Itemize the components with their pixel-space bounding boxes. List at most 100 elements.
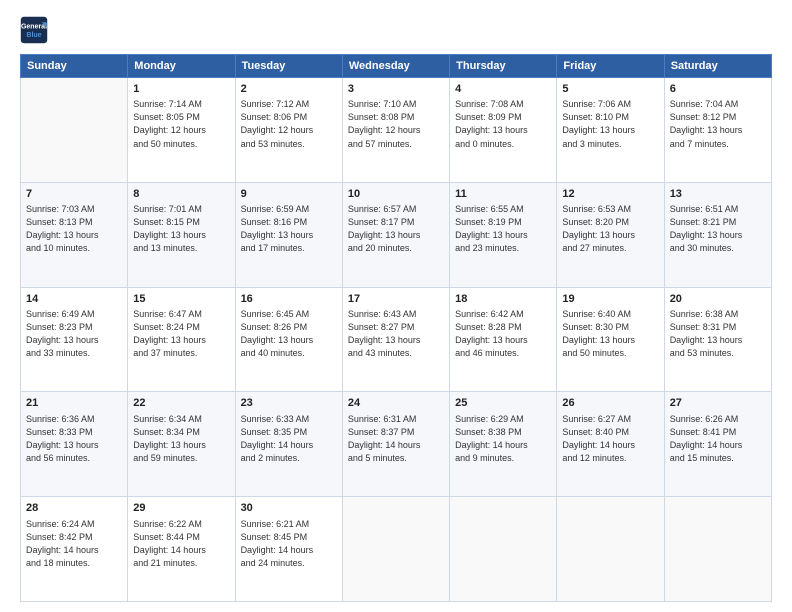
day-number: 20 (670, 292, 766, 307)
cell-content: Sunrise: 7:06 AMSunset: 8:10 PMDaylight:… (562, 98, 658, 150)
day-number: 14 (26, 292, 122, 307)
calendar-page: General Blue SundayMondayTuesdayWednesda… (0, 0, 792, 612)
day-number: 11 (455, 187, 551, 202)
day-number: 26 (562, 396, 658, 411)
calendar-cell: 20Sunrise: 6:38 AMSunset: 8:31 PMDayligh… (664, 287, 771, 392)
calendar-cell: 25 Sunrise: 6:29 AMSunset: 8:38 PMDayligh… (450, 392, 557, 497)
weekday-header-monday: Monday (128, 55, 235, 78)
day-number: 12 (562, 187, 658, 202)
header: General Blue (20, 16, 772, 44)
day-number: 7 (26, 187, 122, 202)
cell-content: Sunrise: 6:53 AMSunset: 8:20 PMDaylight:… (562, 203, 658, 255)
cell-content: Sunrise: 6:33 AMSunset: 8:35 PMDaylight:… (241, 413, 337, 465)
cell-content: Sunrise: 6:22 AMSunset: 8:44 PMDaylight:… (133, 518, 229, 570)
cell-content: Sunrise: 6:31 AMSunset: 8:37 PMDaylight:… (348, 413, 444, 465)
day-number: 13 (670, 187, 766, 202)
day-number: 2 (241, 82, 337, 97)
day-number: 6 (670, 82, 766, 97)
cell-content: Sunrise: 6:42 AMSunset: 8:28 PMDaylight:… (455, 308, 551, 360)
week-row-1: 1Sunrise: 7:14 AMSunset: 8:05 PMDaylight… (21, 78, 772, 183)
calendar-cell: 23 Sunrise: 6:33 AMSunset: 8:35 PMDayligh… (235, 392, 342, 497)
day-number: 23 (241, 396, 337, 411)
cell-content: Sunrise: 7:10 AMSunset: 8:08 PMDaylight:… (348, 98, 444, 150)
calendar-cell: 22 Sunrise: 6:34 AMSunset: 8:34 PMDayligh… (128, 392, 235, 497)
cell-content: Sunrise: 6:43 AMSunset: 8:27 PMDaylight:… (348, 308, 444, 360)
calendar-cell: 30 Sunrise: 6:21 AMSunset: 8:45 PMDayligh… (235, 497, 342, 602)
calendar-table: SundayMondayTuesdayWednesdayThursdayFrid… (20, 54, 772, 602)
calendar-cell: 27Sunrise: 6:26 AMSunset: 8:41 PMDayligh… (664, 392, 771, 497)
logo: General Blue (20, 16, 48, 44)
cell-content: Sunrise: 6:26 AMSunset: 8:41 PMDaylight:… (670, 413, 766, 465)
cell-content: Sunrise: 6:24 AMSunset: 8:42 PMDaylight:… (26, 518, 122, 570)
day-number: 19 (562, 292, 658, 307)
calendar-cell: 1Sunrise: 7:14 AMSunset: 8:05 PMDaylight… (128, 78, 235, 183)
cell-content: Sunrise: 6:59 AMSunset: 8:16 PMDaylight:… (241, 203, 337, 255)
weekday-header-saturday: Saturday (664, 55, 771, 78)
logo-icon: General Blue (20, 16, 48, 44)
cell-content: Sunrise: 6:47 AMSunset: 8:24 PMDaylight:… (133, 308, 229, 360)
calendar-cell: 18Sunrise: 6:42 AMSunset: 8:28 PMDayligh… (450, 287, 557, 392)
cell-content: Sunrise: 6:40 AMSunset: 8:30 PMDaylight:… (562, 308, 658, 360)
cell-content: Sunrise: 6:49 AMSunset: 8:23 PMDaylight:… (26, 308, 122, 360)
calendar-cell (664, 497, 771, 602)
calendar-cell: 24Sunrise: 6:31 AMSunset: 8:37 PMDayligh… (342, 392, 449, 497)
day-number: 8 (133, 187, 229, 202)
calendar-cell: 9Sunrise: 6:59 AMSunset: 8:16 PMDaylight… (235, 182, 342, 287)
cell-content: Sunrise: 7:08 AMSunset: 8:09 PMDaylight:… (455, 98, 551, 150)
day-number: 17 (348, 292, 444, 307)
calendar-cell: 7Sunrise: 7:03 AMSunset: 8:13 PMDaylight… (21, 182, 128, 287)
day-number: 21 (26, 396, 122, 411)
svg-text:General: General (21, 23, 47, 30)
calendar-cell (342, 497, 449, 602)
weekday-header-sunday: Sunday (21, 55, 128, 78)
week-row-2: 7Sunrise: 7:03 AMSunset: 8:13 PMDaylight… (21, 182, 772, 287)
calendar-cell: 13Sunrise: 6:51 AMSunset: 8:21 PMDayligh… (664, 182, 771, 287)
calendar-cell: 16Sunrise: 6:45 AMSunset: 8:26 PMDayligh… (235, 287, 342, 392)
day-number: 5 (562, 82, 658, 97)
day-number: 22 (133, 396, 229, 411)
day-number: 3 (348, 82, 444, 97)
calendar-cell: 14Sunrise: 6:49 AMSunset: 8:23 PMDayligh… (21, 287, 128, 392)
week-row-5: 28 Sunrise: 6:24 AMSunset: 8:42 PMDayligh… (21, 497, 772, 602)
day-number: 4 (455, 82, 551, 97)
calendar-cell: 3Sunrise: 7:10 AMSunset: 8:08 PMDaylight… (342, 78, 449, 183)
cell-content: Sunrise: 6:57 AMSunset: 8:17 PMDaylight:… (348, 203, 444, 255)
calendar-cell: 29 Sunrise: 6:22 AMSunset: 8:44 PMDayligh… (128, 497, 235, 602)
day-number: 16 (241, 292, 337, 307)
weekday-header-wednesday: Wednesday (342, 55, 449, 78)
weekday-header-row: SundayMondayTuesdayWednesdayThursdayFrid… (21, 55, 772, 78)
cell-content: Sunrise: 6:29 AMSunset: 8:38 PMDaylight:… (455, 413, 551, 465)
calendar-cell (557, 497, 664, 602)
calendar-cell (21, 78, 128, 183)
calendar-cell: 8Sunrise: 7:01 AMSunset: 8:15 PMDaylight… (128, 182, 235, 287)
day-number: 28 (26, 501, 122, 516)
cell-content: Sunrise: 7:14 AMSunset: 8:05 PMDaylight:… (133, 98, 229, 150)
weekday-header-friday: Friday (557, 55, 664, 78)
calendar-cell: 11Sunrise: 6:55 AMSunset: 8:19 PMDayligh… (450, 182, 557, 287)
week-row-4: 21Sunrise: 6:36 AMSunset: 8:33 PMDayligh… (21, 392, 772, 497)
calendar-cell: 17Sunrise: 6:43 AMSunset: 8:27 PMDayligh… (342, 287, 449, 392)
svg-text:Blue: Blue (26, 32, 41, 39)
calendar-cell: 4Sunrise: 7:08 AMSunset: 8:09 PMDaylight… (450, 78, 557, 183)
day-number: 1 (133, 82, 229, 97)
cell-content: Sunrise: 6:34 AMSunset: 8:34 PMDaylight:… (133, 413, 229, 465)
calendar-cell: 10Sunrise: 6:57 AMSunset: 8:17 PMDayligh… (342, 182, 449, 287)
calendar-cell: 2Sunrise: 7:12 AMSunset: 8:06 PMDaylight… (235, 78, 342, 183)
calendar-cell: 5Sunrise: 7:06 AMSunset: 8:10 PMDaylight… (557, 78, 664, 183)
day-number: 25 (455, 396, 551, 411)
calendar-cell: 12Sunrise: 6:53 AMSunset: 8:20 PMDayligh… (557, 182, 664, 287)
day-number: 29 (133, 501, 229, 516)
calendar-cell: 21Sunrise: 6:36 AMSunset: 8:33 PMDayligh… (21, 392, 128, 497)
cell-content: Sunrise: 6:38 AMSunset: 8:31 PMDaylight:… (670, 308, 766, 360)
cell-content: Sunrise: 7:12 AMSunset: 8:06 PMDaylight:… (241, 98, 337, 150)
calendar-cell: 19Sunrise: 6:40 AMSunset: 8:30 PMDayligh… (557, 287, 664, 392)
week-row-3: 14Sunrise: 6:49 AMSunset: 8:23 PMDayligh… (21, 287, 772, 392)
cell-content: Sunrise: 7:03 AMSunset: 8:13 PMDaylight:… (26, 203, 122, 255)
weekday-header-tuesday: Tuesday (235, 55, 342, 78)
cell-content: Sunrise: 6:55 AMSunset: 8:19 PMDaylight:… (455, 203, 551, 255)
day-number: 30 (241, 501, 337, 516)
cell-content: Sunrise: 6:21 AMSunset: 8:45 PMDaylight:… (241, 518, 337, 570)
cell-content: Sunrise: 7:01 AMSunset: 8:15 PMDaylight:… (133, 203, 229, 255)
day-number: 10 (348, 187, 444, 202)
day-number: 15 (133, 292, 229, 307)
